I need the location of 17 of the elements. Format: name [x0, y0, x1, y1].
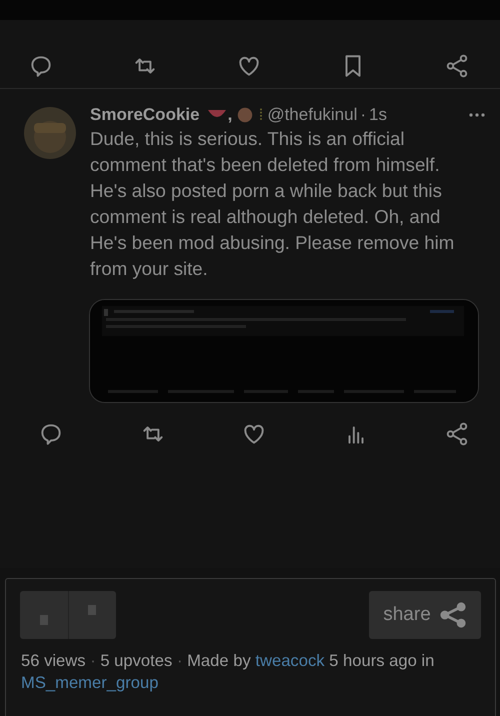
name-comma: , [228, 105, 232, 125]
link[interactable]: MS_memer_group [21, 673, 158, 692]
more-icon[interactable] [468, 112, 486, 118]
downvote-icon [88, 605, 96, 615]
share-icon[interactable] [444, 53, 470, 79]
separator-dot: · [360, 105, 366, 125]
share-button[interactable]: share [369, 591, 481, 639]
share-icon [438, 601, 467, 629]
meme-stats: 56 views · 5 upvotes · Made by tweacock 5 hours ago in MS_memer_group [21, 650, 436, 694]
post-time: 1s [369, 105, 387, 125]
author-name[interactable]: SmoreCookie [90, 105, 200, 125]
upvote-icon [40, 615, 48, 625]
bar-icon [258, 107, 264, 123]
share-icon[interactable] [444, 421, 470, 447]
link[interactable]: tweacock [255, 651, 325, 670]
author-handle[interactable]: @thefukinul [267, 105, 358, 125]
tweet-text: Dude, this is serious. This is an official comment that's been deleted from himself. He's also posted porn a while back but this comment is real although deleted. Oh, and He's been mod abusing. Please remove him from your site. [90, 127, 456, 281]
